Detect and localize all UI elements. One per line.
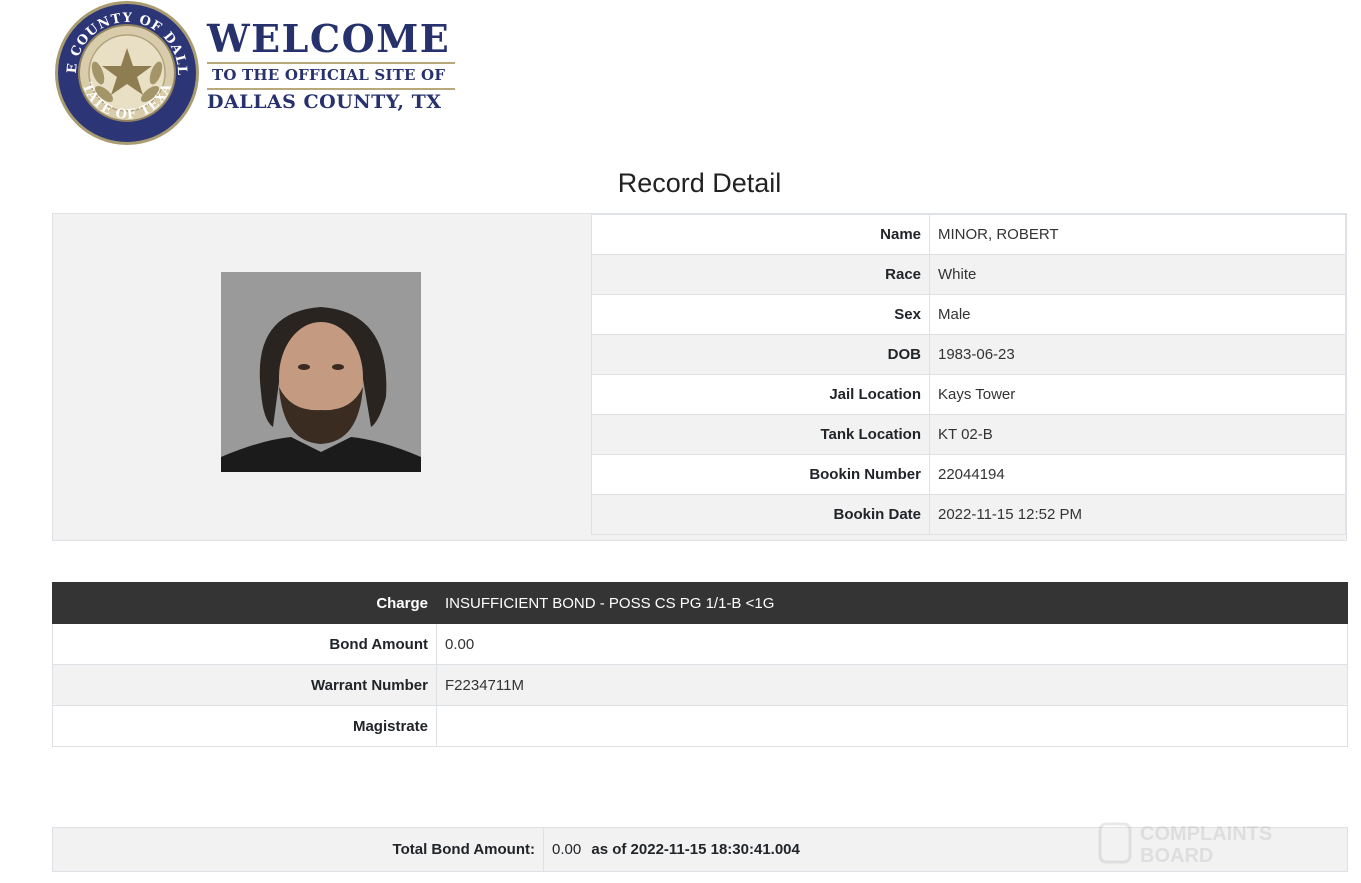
magistrate-label: Magistrate [52,705,437,747]
bond-amount-value: 0.00 [436,623,1348,665]
total-bond-label: Total Bond Amount: [52,827,544,872]
field-value: Male [929,294,1346,335]
table-row: Warrant Number F2234711M [52,664,1348,706]
total-bond-value: 0.00 [552,841,582,858]
photo-cell [53,214,591,540]
field-value: 1983-06-23 [929,334,1346,375]
charge-header-row: Charge INSUFFICIENT BOND - POSS CS PG 1/… [52,582,1348,624]
field-value: MINOR, ROBERT [929,214,1346,255]
field-value: KT 02-B [929,414,1346,455]
charge-value: INSUFFICIENT BOND - POSS CS PG 1/1-B <1G [436,582,1348,624]
welcome-subtitle: TO THE OFFICIAL SITE OF [212,66,446,84]
table-row: Bookin Date 2022-11-15 12:52 PM [591,494,1346,535]
record-detail-table: Name MINOR, ROBERT Race White Sex Male D… [591,214,1346,535]
table-row: Bookin Number 22044194 [591,454,1346,495]
total-bond-table: Total Bond Amount: 0.00 as of 2022-11-15… [52,827,1348,872]
bond-amount-label: Bond Amount [52,623,437,665]
header-divider [207,62,455,64]
field-value: Kays Tower [929,374,1346,415]
field-value: 2022-11-15 12:52 PM [929,494,1346,535]
page-title: Record Detail [617,168,782,198]
field-label: Name [591,214,930,255]
table-row: DOB 1983-06-23 [591,334,1346,375]
record-detail-panel: Name MINOR, ROBERT Race White Sex Male D… [52,213,1347,541]
table-row: Tank Location KT 02-B [591,414,1346,455]
warrant-number-label: Warrant Number [52,664,437,706]
header-divider [207,88,455,90]
magistrate-value [436,705,1348,747]
table-row: Jail Location Kays Tower [591,374,1346,415]
field-value: White [929,254,1346,295]
table-row: Bond Amount 0.00 [52,623,1348,665]
page: THE COUNTY OF DALLAS STATE OF TEXAS WELC… [0,0,1361,883]
charge-label: Charge [52,582,437,624]
table-row: Sex Male [591,294,1346,335]
county-name: DALLAS COUNTY, TX [207,91,442,113]
field-label: Bookin Date [591,494,930,535]
table-row: Name MINOR, ROBERT [591,214,1346,255]
field-label: Bookin Number [591,454,930,495]
field-label: Race [591,254,930,295]
site-header[interactable]: THE COUNTY OF DALLAS STATE OF TEXAS WELC… [54,0,474,146]
welcome-heading: WELCOME [207,16,451,61]
field-label: DOB [591,334,930,375]
field-label: Sex [591,294,930,335]
field-value: 22044194 [929,454,1346,495]
total-bond-cell: 0.00 as of 2022-11-15 18:30:41.004 [543,827,1348,872]
county-seal-logo: THE COUNTY OF DALLAS STATE OF TEXAS [54,0,199,145]
field-label: Tank Location [591,414,930,455]
warrant-number-value: F2234711M [436,664,1348,706]
total-bond-timestamp: as of 2022-11-15 18:30:41.004 [591,841,800,858]
table-row: Total Bond Amount: 0.00 as of 2022-11-15… [52,827,1348,872]
charge-table: Charge INSUFFICIENT BOND - POSS CS PG 1/… [52,582,1348,747]
table-row: Race White [591,254,1346,295]
field-label: Jail Location [591,374,930,415]
mugshot-photo [221,272,421,472]
table-row: Magistrate [52,705,1348,747]
